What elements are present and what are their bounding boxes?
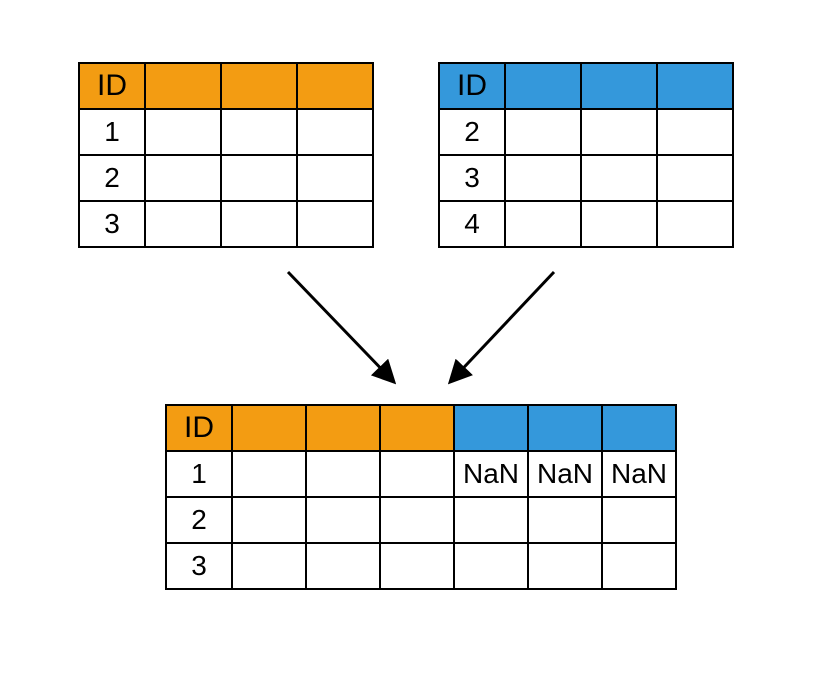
right-cell	[505, 109, 581, 155]
left-cell	[145, 155, 221, 201]
result-header-id: ID	[166, 405, 232, 451]
table-row: 2	[79, 155, 373, 201]
result-cell	[232, 497, 306, 543]
table-header-row: ID	[166, 405, 676, 451]
result-cell	[306, 543, 380, 589]
table-row: 1 NaN NaN NaN	[166, 451, 676, 497]
right-cell	[657, 201, 733, 247]
table-row: 2	[166, 497, 676, 543]
left-cell	[221, 201, 297, 247]
right-cell: 4	[439, 201, 505, 247]
result-cell	[454, 497, 528, 543]
result-header-right-col	[528, 405, 602, 451]
right-cell: 2	[439, 109, 505, 155]
result-cell	[380, 451, 454, 497]
right-header-col	[581, 63, 657, 109]
left-cell: 1	[79, 109, 145, 155]
result-table: ID 1 NaN NaN NaN 2 3	[165, 404, 677, 590]
result-cell-nan: NaN	[528, 451, 602, 497]
table-row: 2	[439, 109, 733, 155]
right-header-col	[657, 63, 733, 109]
left-cell	[297, 155, 373, 201]
result-cell-nan: NaN	[454, 451, 528, 497]
result-cell: 1	[166, 451, 232, 497]
result-header-right-col	[454, 405, 528, 451]
right-cell: 3	[439, 155, 505, 201]
table-row: 1	[79, 109, 373, 155]
result-cell	[602, 497, 676, 543]
table-header-row: ID	[439, 63, 733, 109]
left-header-col	[297, 63, 373, 109]
arrow-right-icon	[452, 272, 554, 380]
table-header-row: ID	[79, 63, 373, 109]
table-row: 3	[166, 543, 676, 589]
table-row: 4	[439, 201, 733, 247]
left-cell	[221, 109, 297, 155]
result-header-left-col	[380, 405, 454, 451]
table-row: 3	[79, 201, 373, 247]
right-cell	[581, 201, 657, 247]
left-cell	[145, 201, 221, 247]
result-header-left-col	[232, 405, 306, 451]
result-cell	[380, 543, 454, 589]
result-cell	[232, 451, 306, 497]
result-cell	[602, 543, 676, 589]
result-cell	[380, 497, 454, 543]
left-header-col	[145, 63, 221, 109]
right-cell	[581, 109, 657, 155]
left-cell: 2	[79, 155, 145, 201]
right-cell	[581, 155, 657, 201]
table-row: 3	[439, 155, 733, 201]
right-cell	[505, 155, 581, 201]
result-header-left-col	[306, 405, 380, 451]
left-cell	[145, 109, 221, 155]
right-table: ID 2 3 4	[438, 62, 734, 248]
result-cell	[306, 451, 380, 497]
result-cell	[232, 543, 306, 589]
right-header-id: ID	[439, 63, 505, 109]
result-cell	[306, 497, 380, 543]
merge-diagram: ID 1 2 3 ID	[0, 0, 835, 674]
arrow-left-icon	[288, 272, 392, 380]
right-cell	[657, 155, 733, 201]
left-cell	[221, 155, 297, 201]
result-cell: 2	[166, 497, 232, 543]
result-cell	[528, 543, 602, 589]
result-cell-nan: NaN	[602, 451, 676, 497]
result-cell: 3	[166, 543, 232, 589]
left-cell	[297, 109, 373, 155]
result-header-right-col	[602, 405, 676, 451]
left-header-col	[221, 63, 297, 109]
left-cell	[297, 201, 373, 247]
result-cell	[454, 543, 528, 589]
left-cell: 3	[79, 201, 145, 247]
right-cell	[657, 109, 733, 155]
left-header-id: ID	[79, 63, 145, 109]
result-cell	[528, 497, 602, 543]
left-table: ID 1 2 3	[78, 62, 374, 248]
right-header-col	[505, 63, 581, 109]
right-cell	[505, 201, 581, 247]
